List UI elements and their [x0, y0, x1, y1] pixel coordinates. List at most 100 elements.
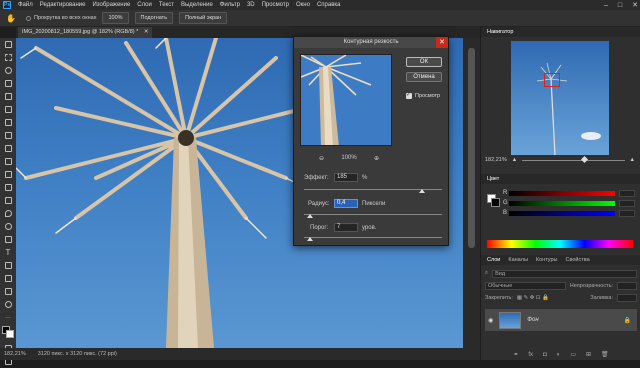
menu-edit[interactable]: Редактирование [40, 2, 86, 8]
preview-zoom-out-icon[interactable]: ⊖ [319, 155, 324, 162]
tab-layers[interactable]: Слои [487, 257, 500, 263]
delete-layer-icon[interactable]: 🗑 [601, 351, 609, 358]
scroll-all-checkbox[interactable]: Прокрутка во всех окнах [26, 15, 96, 21]
gradient-tool[interactable] [0, 194, 16, 207]
fill-input[interactable] [617, 293, 637, 302]
fit-screen-button[interactable]: Подогнать [134, 12, 174, 24]
new-group-icon[interactable]: ▭ [570, 351, 576, 358]
tab-properties[interactable]: Свойства [566, 257, 590, 263]
preview-checkbox[interactable]: Просмотр [406, 91, 440, 99]
threshold-slider[interactable] [304, 237, 442, 241]
new-layer-icon[interactable]: ⊞ [586, 351, 591, 358]
filter-preview[interactable] [300, 54, 392, 146]
color-spectrum[interactable] [487, 240, 633, 248]
add-mask-icon[interactable]: ◘ [543, 352, 547, 358]
threshold-slider-handle[interactable] [307, 237, 313, 241]
amount-input[interactable]: 185 [334, 173, 358, 182]
frame-tool[interactable] [0, 103, 16, 116]
radius-slider[interactable] [304, 214, 442, 218]
fx-icon[interactable]: fx [528, 352, 533, 358]
background-color-swatch[interactable] [6, 330, 14, 338]
visibility-eye-icon[interactable]: ◉ [488, 317, 493, 324]
color-slider-g[interactable] [509, 201, 615, 206]
color-label-r: R [503, 190, 508, 196]
close-tab-icon[interactable]: ✕ [144, 29, 149, 35]
minimize-icon[interactable]: – [604, 2, 608, 9]
tab-color[interactable]: Цвет [487, 176, 499, 182]
color-value-b[interactable] [619, 210, 635, 217]
shape-icon [4, 275, 12, 282]
menu-layers[interactable]: Слои [137, 2, 152, 8]
tab-paths[interactable]: Контуры [536, 257, 558, 263]
more-tools[interactable]: ··· [0, 311, 16, 324]
color-value-r[interactable] [619, 190, 635, 197]
path-select-tool[interactable] [0, 259, 16, 272]
navigator-zoom-slider[interactable] [522, 155, 625, 163]
blur-tool[interactable] [0, 207, 16, 220]
menu-filter[interactable]: Фильтр [220, 2, 240, 8]
zoom-out-icon[interactable]: ▲ [512, 157, 517, 163]
color-slider-b[interactable] [509, 211, 615, 216]
close-icon[interactable]: ✕ [632, 1, 638, 9]
radius-input[interactable]: 0,4 [334, 199, 358, 208]
scrollbar-thumb[interactable] [468, 48, 475, 248]
menu-image[interactable]: Изображение [92, 2, 130, 8]
menu-help[interactable]: Справка [317, 2, 341, 8]
move-tool[interactable] [0, 38, 16, 51]
brush-tool[interactable] [0, 142, 16, 155]
cancel-button[interactable]: Отмена [406, 72, 442, 82]
eyedropper-tool[interactable] [0, 116, 16, 129]
stamp-tool[interactable] [0, 155, 16, 168]
amount-slider-handle[interactable] [419, 189, 425, 193]
adjustment-layer-icon[interactable]: ◐ [557, 352, 561, 358]
threshold-input[interactable]: 7 [334, 223, 358, 232]
layer-row-background[interactable]: ◉ Фон 🔒 [485, 309, 637, 331]
document-tab-title: IMG_20200812_180559.jpg @ 182% (RGB/8) * [22, 29, 139, 35]
zoom-tool[interactable] [0, 298, 16, 311]
healing-tool[interactable] [0, 129, 16, 142]
menu-select[interactable]: Выделение [181, 2, 213, 8]
background-swatch[interactable] [491, 198, 500, 207]
shape-tool[interactable] [0, 272, 16, 285]
menu-view[interactable]: Просмотр [262, 2, 289, 8]
hand-tool[interactable] [0, 285, 16, 298]
blend-mode-select[interactable]: Обычные [485, 281, 566, 290]
amount-slider[interactable] [304, 189, 442, 193]
fill-screen-button[interactable]: Полный экран [179, 12, 228, 24]
marquee-tool[interactable] [0, 51, 16, 64]
navigator-thumbnail[interactable] [511, 41, 609, 155]
radius-slider-handle[interactable] [307, 214, 313, 218]
eraser-tool[interactable] [0, 181, 16, 194]
vertical-scrollbar[interactable] [463, 38, 480, 348]
navigator-view-box[interactable] [544, 73, 560, 87]
history-brush-tool[interactable] [0, 168, 16, 181]
layer-filter-input[interactable]: Вид [492, 269, 637, 278]
preview-zoom-in-icon[interactable]: ⊕ [374, 155, 379, 162]
link-layers-icon[interactable]: ⚭ [513, 351, 518, 358]
menu-window[interactable]: Окно [296, 2, 310, 8]
tab-navigator[interactable]: Навигатор [487, 29, 513, 35]
tab-channels[interactable]: Каналы [508, 257, 528, 263]
color-slider-r[interactable] [509, 191, 615, 196]
pen-tool[interactable] [0, 233, 16, 246]
maximize-icon[interactable]: □ [618, 2, 622, 9]
slider-handle[interactable] [580, 155, 588, 163]
type-tool[interactable]: T [0, 246, 16, 259]
color-value-g[interactable] [619, 200, 635, 207]
document-tab[interactable]: IMG_20200812_180559.jpg @ 182% (RGB/8) *… [18, 27, 153, 38]
crop-tool[interactable] [0, 90, 16, 103]
dialog-close-icon[interactable]: ✕ [436, 37, 448, 48]
lock-icons[interactable]: ▦ ✎ ✥ ⊡ 🔒 [517, 295, 586, 301]
dodge-tool[interactable] [0, 220, 16, 233]
lasso-tool[interactable] [0, 64, 16, 77]
pen-icon [4, 236, 12, 243]
quick-select-tool[interactable] [0, 77, 16, 90]
ok-button[interactable]: ОК [406, 57, 442, 67]
menu-type[interactable]: Текст [159, 2, 174, 8]
menu-file[interactable]: Файл [18, 2, 33, 8]
menu-3d[interactable]: 3D [247, 2, 255, 8]
opacity-input[interactable] [617, 281, 637, 290]
color-swatches[interactable] [0, 324, 16, 342]
zoom-in-icon[interactable]: ▲ [630, 157, 635, 163]
zoom-100-button[interactable]: 100% [102, 12, 129, 24]
